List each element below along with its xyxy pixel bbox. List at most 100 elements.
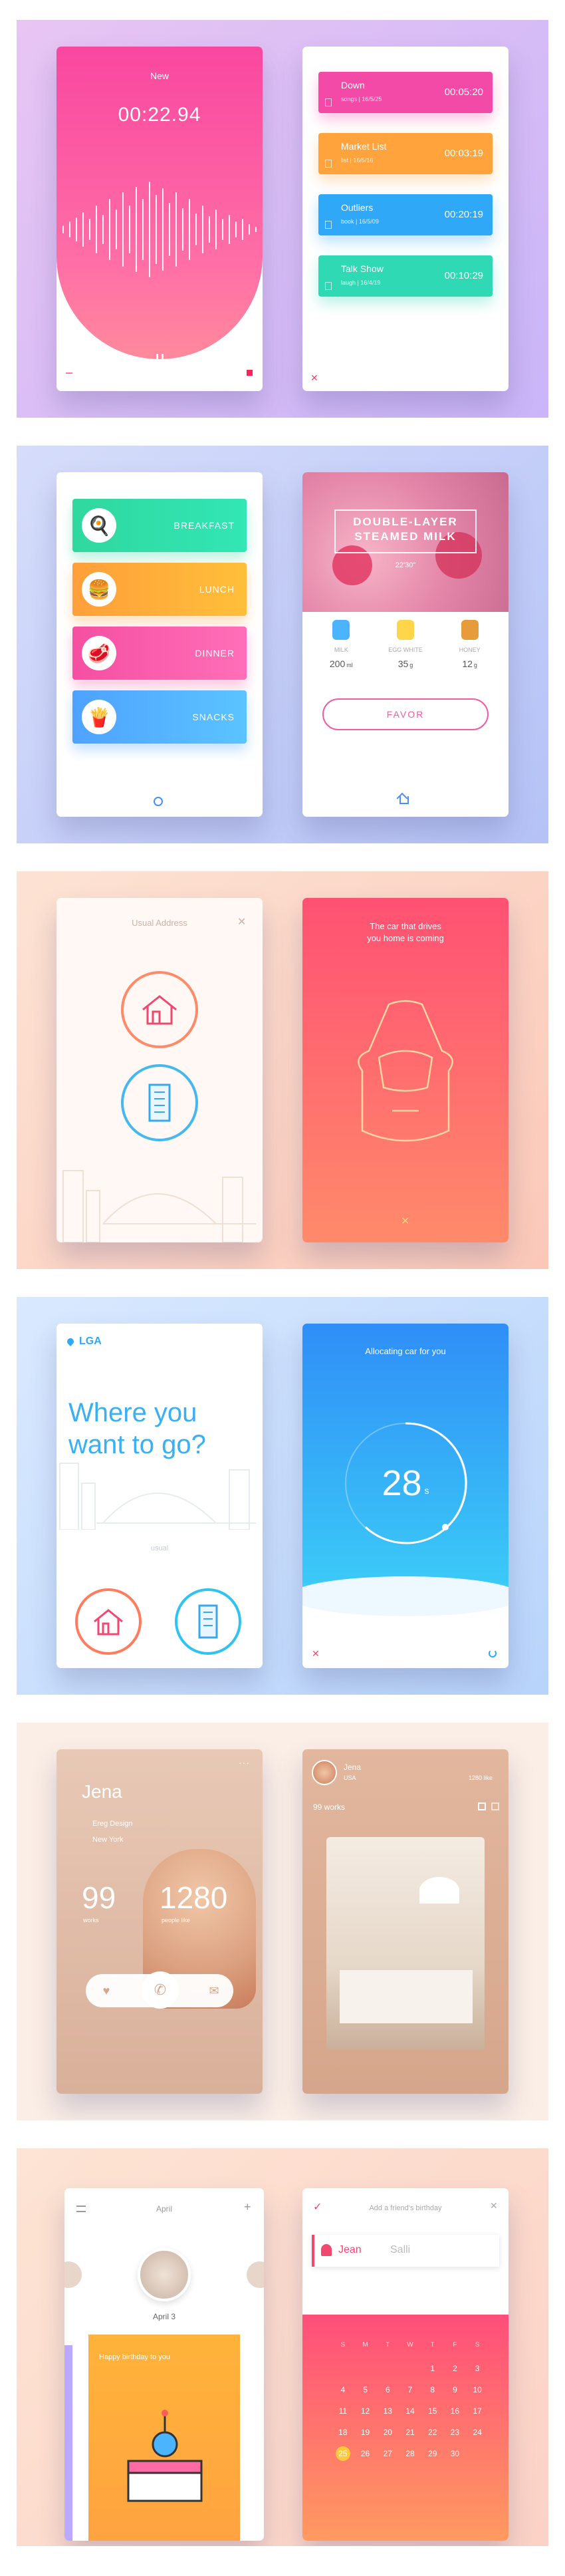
close-icon[interactable]: ✕ [312, 1648, 320, 1659]
ingredient-name: MILK [334, 646, 348, 653]
heart-icon[interactable]: ♥ [91, 1975, 122, 2006]
weekday-label: S [475, 2341, 480, 2349]
calendar-day-selected[interactable]: 25 [335, 2446, 350, 2461]
calendar-day[interactable]: 28 [403, 2446, 417, 2461]
meal-item[interactable]: 🥩 DINNER [72, 627, 247, 680]
calendar-day[interactable]: 12 [358, 2404, 373, 2418]
close-icon[interactable]: ✕ [237, 915, 246, 929]
calendar-day[interactable]: 2 [447, 2361, 462, 2376]
favor-button[interactable]: FAVOR [322, 698, 489, 730]
calendar-day[interactable]: 7 [403, 2382, 417, 2397]
calendar-day[interactable]: 24 [470, 2425, 485, 2440]
calendar-day[interactable]: 4 [336, 2382, 350, 2397]
search-icon[interactable] [154, 797, 163, 806]
calendar-day[interactable]: 14 [403, 2404, 417, 2418]
recording-item[interactable]: Down songs | 16/5/25 00:05:20 [318, 72, 493, 113]
building-icon [148, 1083, 171, 1122]
friend-avatar-left[interactable] [64, 2261, 82, 2288]
recording-item[interactable]: Talk Show laugh | 16/4/19 00:10:29 [318, 255, 493, 297]
close-icon[interactable]: ✕ [490, 2200, 498, 2212]
home-address-button[interactable] [121, 971, 198, 1048]
calendar-day[interactable]: 17 [470, 2404, 485, 2418]
calendar-day[interactable]: 3 [470, 2361, 485, 2376]
ingredient-unit: g [409, 662, 413, 668]
birthday-screen: April + April 3 Happy birthday to you [64, 2188, 264, 2541]
recording-duration: 00:05:20 [444, 86, 483, 98]
birthday-card[interactable]: Happy birthday to you [88, 2335, 240, 2541]
work-photo[interactable] [326, 1837, 485, 2050]
calendar-day[interactable]: 13 [380, 2404, 395, 2418]
home-button[interactable] [75, 1588, 142, 1655]
calendar-day[interactable]: 16 [447, 2404, 462, 2418]
recordings-list-screen: Down songs | 16/5/25 00:05:20 Market Lis… [302, 47, 508, 391]
calendar-day[interactable]: 22 [425, 2425, 440, 2440]
calendar-day[interactable]: 29 [425, 2446, 440, 2461]
address-title: Usual Address [132, 918, 187, 928]
work-button[interactable] [175, 1588, 241, 1655]
more-icon[interactable]: ··· [239, 1757, 250, 1768]
list-icon[interactable] [491, 1802, 499, 1810]
grid-icon[interactable] [478, 1802, 486, 1810]
profile-section: ··· Jena Ereg Design New York 99 works 1… [17, 1723, 548, 2120]
meal-icon: 🍳 [82, 508, 116, 543]
calendar-day[interactable]: 11 [336, 2404, 350, 2418]
first-name-input[interactable]: Jean [338, 2244, 362, 2256]
work-address-button[interactable] [121, 1064, 198, 1141]
menu-icon[interactable] [66, 372, 72, 374]
meal-label: LUNCH [199, 584, 235, 595]
refresh-icon[interactable] [489, 1649, 497, 1657]
location-pin-icon [65, 1336, 76, 1347]
pause-icon [156, 354, 164, 364]
calendar-day[interactable]: 20 [380, 2425, 395, 2440]
last-name-input[interactable]: Salli [390, 2244, 410, 2256]
calendar-day[interactable]: 19 [358, 2425, 373, 2440]
file-icon [325, 160, 332, 168]
location-label[interactable]: LGA [79, 1336, 102, 1348]
close-icon[interactable]: ✕ [310, 372, 318, 384]
add-icon[interactable]: + [244, 2200, 251, 2214]
calendar-day[interactable]: 15 [425, 2404, 440, 2418]
calendar-day[interactable]: 6 [380, 2382, 395, 2397]
works-count: 99 [82, 1880, 116, 1915]
calendar-day[interactable]: 30 [447, 2446, 462, 2461]
date-label: April 3 [152, 2312, 175, 2321]
calendar-day[interactable]: 27 [380, 2446, 395, 2461]
name-field[interactable]: Jean Salli [312, 2235, 499, 2267]
city-skyline [62, 1170, 256, 1242]
close-icon[interactable]: ✕ [401, 1215, 409, 1228]
calendar-day[interactable]: 26 [358, 2446, 373, 2461]
meal-item[interactable]: 🍔 LUNCH [72, 563, 247, 616]
ingredient-icon [396, 620, 414, 640]
stop-icon[interactable] [247, 370, 253, 376]
call-button[interactable]: ✆ [142, 1971, 179, 2009]
usual-label: usual [150, 1544, 169, 1552]
friend-avatar-right[interactable] [247, 2261, 264, 2288]
avatar[interactable] [312, 1760, 337, 1785]
calendar-day[interactable]: 21 [403, 2425, 417, 2440]
recording-meta: book | 16/5/09 [341, 218, 379, 225]
message-icon[interactable]: ✉ [199, 1975, 229, 2006]
recording-item[interactable]: Market List list | 16/5/16 00:03:19 [318, 133, 493, 174]
pause-button[interactable] [146, 346, 173, 372]
meal-item[interactable]: 🍟 SNACKS [72, 690, 247, 744]
calendar-day[interactable]: 23 [447, 2425, 462, 2440]
car-headline: The car that drives you home is coming [367, 921, 444, 943]
calendar-day[interactable]: 9 [447, 2382, 462, 2397]
calendar-day[interactable]: 8 [425, 2382, 440, 2397]
meal-icon: 🥩 [82, 636, 116, 670]
calendar-panel: SMTWTFS 1 2 3 4 5 6 7 8 9 10 11 12 13 14 15 16 17 18 19 20 2… [302, 2315, 508, 2541]
calendar-day[interactable]: 18 [336, 2425, 350, 2440]
recipe-screen: DOUBLE-LAYER STEAMED MILK 22'30" MILK 200… [302, 472, 508, 817]
calendar-day[interactable]: 5 [358, 2382, 373, 2397]
destination-question: Where you want to go? [68, 1398, 206, 1459]
building-icon [198, 1604, 218, 1639]
weekday-label: T [386, 2341, 390, 2349]
meal-item[interactable]: 🍳 BREAKFAST [72, 499, 247, 552]
ingredient-qty: 12 [462, 658, 473, 669]
friend-avatar[interactable] [138, 2248, 191, 2301]
recipe-title: DOUBLE-LAYER STEAMED MILK [353, 515, 458, 543]
recording-item[interactable]: Outliers book | 16/5/09 00:20:19 [318, 194, 493, 235]
company-text: Ereg Design [92, 1820, 133, 1828]
calendar-day[interactable]: 10 [470, 2382, 485, 2397]
calendar-day[interactable]: 1 [425, 2361, 440, 2376]
